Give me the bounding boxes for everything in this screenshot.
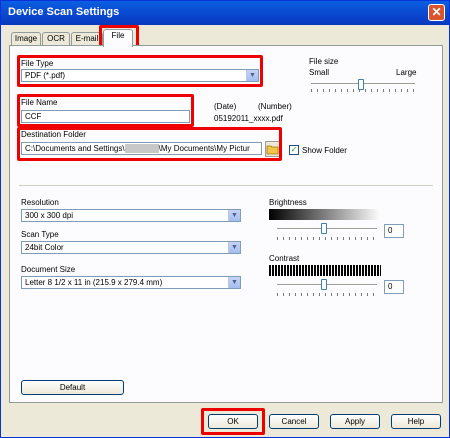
chevron-down-icon: ▼ bbox=[228, 242, 240, 253]
highlight-ok-button bbox=[201, 408, 265, 435]
number-label: (Number) bbox=[258, 102, 292, 111]
date-label: (Date) bbox=[214, 102, 237, 111]
file-size-large-label: Large bbox=[396, 68, 417, 77]
device-scan-settings-window: Device Scan Settings ✕ Image OCR E-mail … bbox=[0, 0, 450, 438]
contrast-slider-track bbox=[277, 284, 377, 286]
document-size-select[interactable]: Letter 8 1/2 x 11 in (215.9 x 279.4 mm) … bbox=[21, 276, 241, 289]
tab-file[interactable]: File bbox=[103, 29, 133, 47]
window-title: Device Scan Settings bbox=[8, 6, 120, 18]
contrast-ticks bbox=[277, 293, 378, 296]
chevron-down-icon: ▼ bbox=[228, 210, 240, 221]
highlight-file-name bbox=[17, 94, 194, 127]
brightness-gradient-bar bbox=[269, 209, 381, 220]
brightness-slider-thumb[interactable] bbox=[321, 223, 327, 234]
help-button[interactable]: Help bbox=[391, 414, 441, 429]
scan-type-label: Scan Type bbox=[21, 230, 59, 239]
brightness-slider-track bbox=[277, 228, 377, 230]
apply-button[interactable]: Apply bbox=[330, 414, 380, 429]
highlight-destination-folder bbox=[17, 127, 282, 161]
highlight-file-type bbox=[17, 55, 263, 87]
show-folder-checkbox[interactable]: ✓ bbox=[289, 145, 299, 155]
default-button[interactable]: Default bbox=[21, 380, 124, 395]
document-size-label: Document Size bbox=[21, 265, 76, 274]
brightness-label: Brightness bbox=[269, 198, 307, 207]
brightness-value-input[interactable]: 0 bbox=[384, 224, 404, 238]
show-folder-label: Show Folder bbox=[302, 146, 347, 155]
contrast-slider-thumb[interactable] bbox=[321, 279, 327, 290]
file-size-slider-thumb[interactable] bbox=[358, 79, 364, 90]
section-divider bbox=[19, 185, 433, 186]
title-bar: Device Scan Settings ✕ bbox=[1, 1, 449, 25]
contrast-pattern-bar bbox=[269, 265, 381, 276]
resolution-select[interactable]: 300 x 300 dpi ▼ bbox=[21, 209, 241, 222]
file-name-preview: 05192011_xxxx.pdf bbox=[214, 114, 283, 123]
tab-image[interactable]: Image bbox=[11, 32, 41, 46]
scan-type-value: 24bit Color bbox=[25, 243, 64, 252]
scan-type-select[interactable]: 24bit Color ▼ bbox=[21, 241, 241, 254]
close-button[interactable]: ✕ bbox=[428, 4, 445, 21]
cancel-button[interactable]: Cancel bbox=[269, 414, 319, 429]
resolution-value: 300 x 300 dpi bbox=[25, 211, 74, 220]
tab-ocr[interactable]: OCR bbox=[42, 32, 70, 46]
document-size-value: Letter 8 1/2 x 11 in (215.9 x 279.4 mm) bbox=[25, 278, 163, 287]
contrast-value-input[interactable]: 0 bbox=[384, 280, 404, 294]
file-size-label: File size bbox=[309, 57, 339, 66]
file-size-small-label: Small bbox=[309, 68, 330, 77]
contrast-label: Contrast bbox=[269, 254, 300, 263]
chevron-down-icon: ▼ bbox=[228, 277, 240, 288]
resolution-label: Resolution bbox=[21, 198, 59, 207]
brightness-ticks bbox=[277, 237, 378, 240]
